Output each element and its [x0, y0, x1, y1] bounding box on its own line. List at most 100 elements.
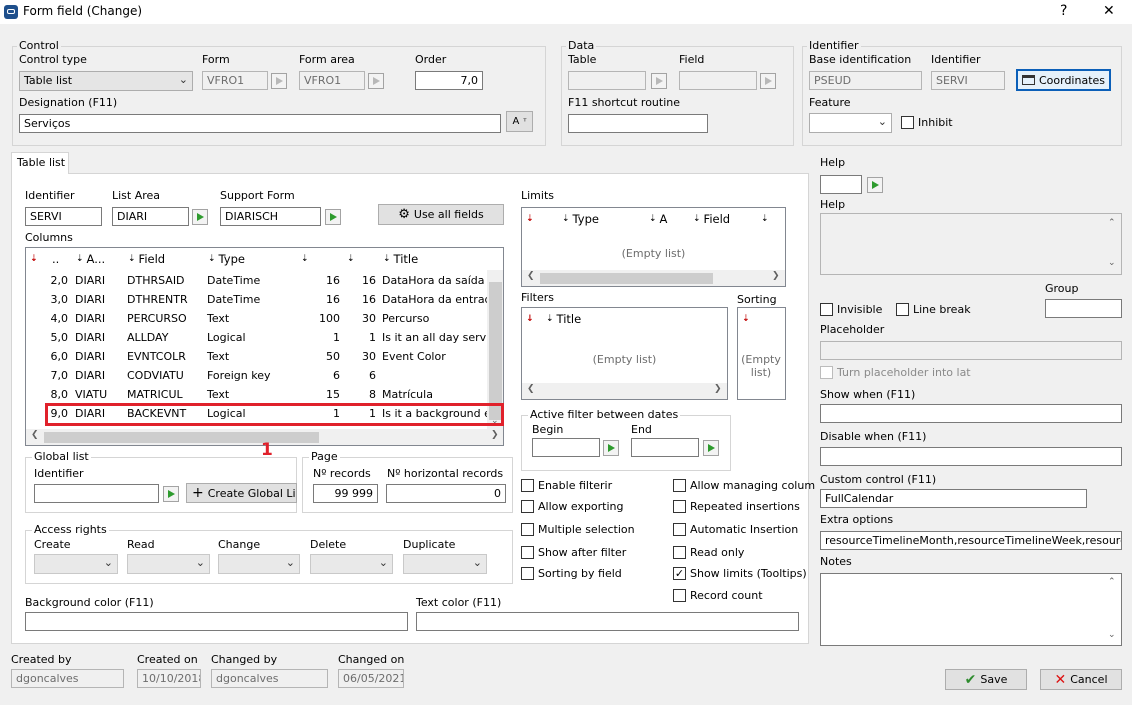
end-field[interactable] [631, 438, 699, 457]
col-order-header[interactable]: .. [48, 248, 72, 270]
option-checkbox[interactable]: Record count [673, 589, 763, 602]
inhibit-checkbox[interactable]: Inhibit [901, 116, 953, 129]
background-color-field[interactable] [25, 612, 408, 631]
line-break-checkbox[interactable]: Line break [896, 303, 971, 316]
option-checkbox[interactable]: Repeated insertions [673, 500, 800, 513]
table-row[interactable]: 5,0 DIARI ALLDAY Logical 1 1 Is it an all day … [26, 328, 490, 347]
table-goto-button [651, 73, 667, 89]
table-row[interactable]: 2,0 DIARI DTHRSAID DateTime 16 16 DataHora da … [26, 271, 490, 290]
table-cell: Matrícula [382, 388, 433, 401]
col-width-header[interactable]: ⇣ [343, 248, 379, 270]
table-cell: 1 [333, 331, 340, 344]
limits-hscroll[interactable]: ❮ ❯ [522, 270, 785, 286]
table-cell: 50 [326, 350, 340, 363]
option-label: Repeated insertions [690, 500, 800, 513]
records-field[interactable]: 99 999 [313, 484, 378, 503]
sorting-list[interactable]: ⇣ (Empty list) [737, 307, 786, 400]
col-title-header[interactable]: ⇣ Title [379, 248, 479, 270]
tl-identifier-field[interactable]: SERVI [25, 207, 102, 226]
option-checkbox[interactable]: Show after filter [521, 546, 626, 559]
limits-list[interactable]: ⇣ ⇣ Type ⇣ A ⇣ Field ⇣ (Empty list) ❮ ❯ [521, 207, 786, 287]
use-all-fields-button[interactable]: ⚙ Use all fields [378, 204, 504, 225]
end-goto-button[interactable] [703, 440, 719, 456]
list-area-field[interactable]: DIARI [112, 207, 189, 226]
col-type-header[interactable]: ⇣ Type [204, 248, 297, 270]
col-field-header[interactable]: ⇣ Field [124, 248, 204, 270]
table-cell: Text [207, 312, 230, 325]
option-checkbox[interactable]: Sorting by field [521, 567, 622, 580]
col-size-header[interactable]: ⇣ [297, 248, 343, 270]
checkbox-box [521, 567, 534, 580]
font-style-button[interactable]: Aᵀ [506, 111, 533, 132]
option-checkbox[interactable]: Read only [673, 546, 744, 559]
table-row[interactable]: 7,0 DIARI CODVIATU Foreign key 6 6 [26, 366, 489, 385]
checkbox-box [673, 523, 686, 536]
global-identifier-goto-button[interactable] [163, 486, 179, 502]
close-icon[interactable]: ✕ [1103, 3, 1115, 19]
help-label-1: Help [820, 156, 846, 169]
tl-identifier-label: Identifier [25, 189, 75, 202]
option-label: Allow exporting [538, 500, 624, 513]
global-identifier-label: Identifier [34, 467, 84, 480]
feature-select[interactable]: ⌄ [809, 113, 892, 133]
begin-goto-button[interactable] [603, 440, 619, 456]
invisible-checkbox[interactable]: Invisible [820, 303, 882, 316]
designation-field[interactable]: Serviços [19, 114, 501, 133]
help-goto-button[interactable] [867, 177, 883, 193]
sort-icon: ⇣ [347, 254, 355, 264]
table-cell: DTHRSAID [127, 274, 185, 287]
create-global-list-button[interactable]: + Create Global List [186, 483, 297, 503]
coordinates-button[interactable]: Coordinates [1016, 69, 1111, 91]
option-checkbox[interactable]: Allow managing colum [673, 479, 815, 492]
field-goto-button [760, 73, 776, 89]
option-checkbox[interactable]: ✓ Show limits (Tooltips) [673, 567, 807, 580]
window-icon [1021, 75, 1035, 85]
table-cell: 16 [326, 293, 340, 306]
text-color-field[interactable] [416, 612, 799, 631]
disable-when-field[interactable] [820, 447, 1122, 466]
sort-icon: ⇣ [301, 254, 309, 264]
table-row[interactable]: 8,0 VIATU MATRICUL Text 15 8 Matrícula [26, 385, 489, 404]
shortcut-routine-field[interactable] [568, 114, 708, 133]
columns-label: Columns [25, 231, 73, 244]
option-checkbox[interactable]: Automatic Insertion [673, 523, 798, 536]
created-by-field: dgoncalves [11, 669, 124, 688]
table-row[interactable]: 3,0 DIARI DTHRENTR DateTime 16 16 DataHora da … [26, 290, 490, 309]
list-area-goto-button[interactable] [192, 209, 208, 225]
filters-list[interactable]: ↓ ⇣ Title (Empty list) ❮ ❯ [521, 307, 728, 400]
group-field[interactable] [1045, 299, 1122, 318]
filters-hscroll[interactable]: ❮ ❯ [522, 383, 727, 399]
help-field-short[interactable] [820, 175, 862, 194]
notes-field[interactable] [820, 573, 1122, 646]
option-checkbox[interactable]: Enable filterir [521, 479, 612, 492]
option-checkbox[interactable]: Multiple selection [521, 523, 635, 536]
table-cell: 6 [369, 369, 376, 382]
cancel-button[interactable]: ✕ Cancel [1040, 669, 1122, 690]
support-form-goto-button[interactable] [325, 209, 341, 225]
global-identifier-field[interactable] [34, 484, 159, 503]
col-area-header[interactable]: ⇣ A... [72, 248, 124, 270]
order-label: Order [415, 53, 447, 66]
chevron-down-icon: ⌄ [285, 556, 295, 569]
window-title: Form field (Change) [23, 4, 143, 18]
support-form-field[interactable]: DIARISCH [220, 207, 321, 226]
show-when-field[interactable] [820, 404, 1122, 423]
table-row[interactable]: 6,0 DIARI EVNTCOLR Text 50 30 Event Color [26, 347, 489, 366]
save-button[interactable]: ✔ Save [945, 669, 1027, 690]
custom-control-field[interactable]: FullCalendar [820, 489, 1087, 508]
filters-empty-text: (Empty list) [592, 353, 657, 366]
horizontal-records-field[interactable]: 0 [386, 484, 506, 503]
help-icon[interactable]: ? [1060, 3, 1067, 19]
sort-icon: ⇣ [526, 214, 534, 224]
table-row[interactable]: 4,0 DIARI PERCURSO Text 100 30 Percurso [26, 309, 489, 328]
table-cell: DateTime [207, 293, 261, 306]
table-cell: DTHRENTR [127, 293, 188, 306]
extra-options-field[interactable]: resourceTimelineMonth,resourceTimelineWe… [820, 531, 1122, 550]
begin-field[interactable] [532, 438, 600, 457]
checkmark-icon: ✔ [964, 671, 977, 688]
cross-icon: ✕ [1054, 671, 1067, 688]
sort-icon: ↓ [526, 314, 534, 324]
option-checkbox[interactable]: Allow exporting [521, 500, 624, 513]
control-type-select[interactable]: Table list ⌄ [19, 71, 193, 91]
order-field[interactable]: 7,0 [415, 71, 483, 90]
